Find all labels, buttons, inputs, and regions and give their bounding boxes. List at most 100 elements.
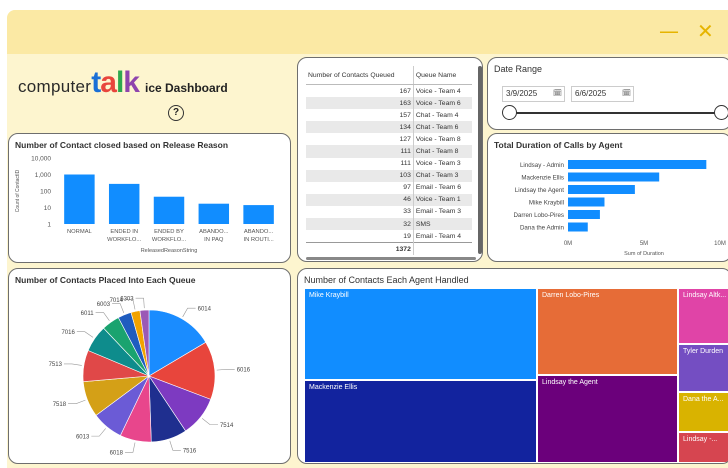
table-horizontal-scrollbar[interactable] — [306, 257, 476, 260]
date-range-title: Date Range — [494, 64, 543, 74]
agent-label: Lindsay the Agent — [515, 187, 564, 194]
minimize-button[interactable]: — — [659, 20, 679, 42]
table-row[interactable]: 46 Voice - Team 1 — [306, 193, 472, 206]
agent-label: Lindsay - Admin — [520, 162, 565, 169]
treemap-tile[interactable]: Lindsay the Agent — [537, 375, 678, 463]
end-date-input[interactable]: 6/6/2025 🗓 — [571, 86, 634, 102]
slice-label: 6303 — [120, 296, 134, 302]
treemap-tile[interactable]: Darren Lobo-Pires — [537, 288, 678, 375]
treemap-tile-label: Lindsay the Agent — [542, 379, 598, 386]
queue-name-cell: Voice - Team 1 — [413, 193, 472, 206]
end-date-value: 6/6/2025 — [575, 89, 607, 98]
y-tick-label: 1 — [47, 222, 51, 229]
start-date-value: 3/9/2025 — [506, 89, 538, 98]
contacts-queued-cell: 157 — [306, 109, 414, 122]
slice-label: 6016 — [237, 367, 251, 373]
treemap-title: Number of Contacts Each Agent Handled — [304, 275, 469, 285]
leader-line — [76, 331, 94, 338]
treemap-tile[interactable]: Lindsay Altk... — [678, 288, 728, 344]
leader-line — [68, 399, 86, 404]
x-tick-label: 10M — [714, 241, 726, 247]
bar[interactable] — [568, 185, 635, 194]
queue-name-cell: Voice - Team 3 — [415, 160, 461, 168]
bar[interactable] — [64, 174, 95, 225]
treemap-tile[interactable]: Tyler Durden — [678, 344, 728, 392]
logo-letter: t — [91, 66, 101, 99]
x-axis-label: Sum of Duration — [624, 251, 664, 257]
column-header-contacts-queued[interactable]: Number of Contacts Queued — [306, 66, 414, 85]
date-slider-end-handle[interactable] — [714, 105, 728, 120]
contacts-queued-cell: 97 — [306, 181, 414, 194]
bar[interactable] — [153, 196, 185, 224]
table-row[interactable]: 111 Chat - Team 8 — [306, 145, 472, 158]
agent-label: Mackenzie Ellis — [521, 174, 564, 181]
slice-label: 7016 — [61, 330, 75, 336]
leader-line — [124, 442, 136, 453]
bar[interactable] — [568, 222, 588, 232]
table-row[interactable]: 157 Chat - Team 4 — [306, 109, 472, 122]
treemap-tile[interactable]: Dana the A... — [678, 392, 728, 432]
y-axis-label: Count of ContactID — [15, 169, 21, 212]
date-slider-track[interactable] — [504, 112, 716, 114]
x-tick-label: ENDED BY — [154, 229, 184, 235]
start-date-input[interactable]: 3/9/2025 🗓 — [502, 86, 565, 102]
date-range-panel: Date Range 3/9/2025 🗓 6/6/2025 🗓 — [487, 57, 728, 130]
treemap-tile-label: Darren Lobo-Pires — [542, 292, 600, 299]
contacts-queued-cell: 127 — [306, 133, 414, 146]
calendar-icon[interactable]: 🗓 — [553, 87, 562, 101]
contacts-queued-cell: 46 — [306, 193, 414, 206]
slice-label: 7516 — [183, 448, 197, 454]
queue-name-cell: SMS — [413, 218, 472, 231]
table-row[interactable]: 127 Voice - Team 8 — [306, 133, 472, 146]
agent-treemap: Mike Kraybill Mackenzie Ellis Darren Lobo-… — [304, 288, 728, 463]
x-tick-label: WORKFLO... — [107, 237, 142, 243]
queue-table-panel: Number of Contacts Queued Queue Name 167… — [297, 57, 483, 262]
leader-line — [135, 297, 145, 309]
bar[interactable] — [568, 172, 660, 182]
table-row[interactable]: 33 Email - Team 3 — [306, 205, 472, 219]
agent-label: Darren Lobo-Pires — [513, 212, 564, 219]
bar[interactable] — [243, 205, 274, 224]
contacts-queued-cell: 163 — [306, 97, 414, 110]
bar[interactable] — [108, 183, 140, 224]
title-bar — [7, 10, 728, 54]
table-row[interactable]: 167 Voice - Team 4 — [306, 84, 472, 98]
table-row[interactable]: 19 Email - Team 4 — [306, 230, 472, 243]
table-row[interactable]: 134 Chat - Team 6 — [306, 121, 472, 134]
x-tick-label: 0M — [564, 241, 572, 247]
y-tick-label: 1,000 — [35, 172, 52, 179]
leader-line — [201, 418, 218, 425]
help-icon[interactable]: ? — [168, 105, 184, 121]
bar[interactable] — [198, 203, 230, 224]
bar[interactable] — [568, 210, 600, 219]
release-reason-panel: Number of Contact closed based on Releas… — [8, 133, 291, 263]
treemap-tile-label: Mackenzie Ellis — [309, 384, 358, 391]
agent-label: Mike Kraybill — [529, 199, 564, 206]
table-row[interactable]: 97 Email - Team 6 — [306, 181, 472, 194]
total-cell: 1372 — [306, 242, 414, 256]
bar[interactable] — [568, 160, 707, 169]
table-vertical-scrollbar[interactable] — [478, 66, 482, 254]
queue-name-cell: Email - Team 6 — [415, 184, 462, 192]
close-button[interactable]: ✕ — [697, 20, 714, 42]
contacts-queued-cell: 32 — [306, 218, 414, 231]
calendar-icon[interactable]: 🗓 — [622, 87, 631, 101]
treemap-tile-label: Lindsay -... — [683, 436, 718, 443]
table-row[interactable]: 111 Voice - Team 3 — [306, 157, 472, 170]
release-reason-chart: 10,000 1,000 100 10 1 Count of ContactID NORMA… — [15, 156, 274, 255]
treemap-tile[interactable]: Mackenzie Ellis — [304, 380, 537, 463]
queue-name-cell: Chat - Team 6 — [413, 121, 472, 134]
date-slider-start-handle[interactable] — [502, 105, 517, 120]
treemap-tile-label: Mike Kraybill — [309, 292, 349, 299]
treemap-tile[interactable]: Lindsay -... — [678, 432, 728, 463]
table-row[interactable]: 103 Chat - Team 3 — [306, 169, 472, 182]
table-row[interactable]: 32 SMS — [306, 218, 472, 231]
leader-line — [112, 303, 125, 313]
queue-name-cell: Voice - Team 8 — [415, 135, 461, 143]
bar[interactable] — [568, 197, 605, 207]
column-header-queue-name[interactable]: Queue Name — [413, 66, 472, 85]
treemap-tile[interactable]: Mike Kraybill — [304, 288, 537, 380]
slice-label: 6018 — [110, 451, 124, 457]
y-tick-label: 10 — [44, 205, 52, 212]
table-row[interactable]: 163 Voice - Team 6 — [306, 97, 472, 110]
